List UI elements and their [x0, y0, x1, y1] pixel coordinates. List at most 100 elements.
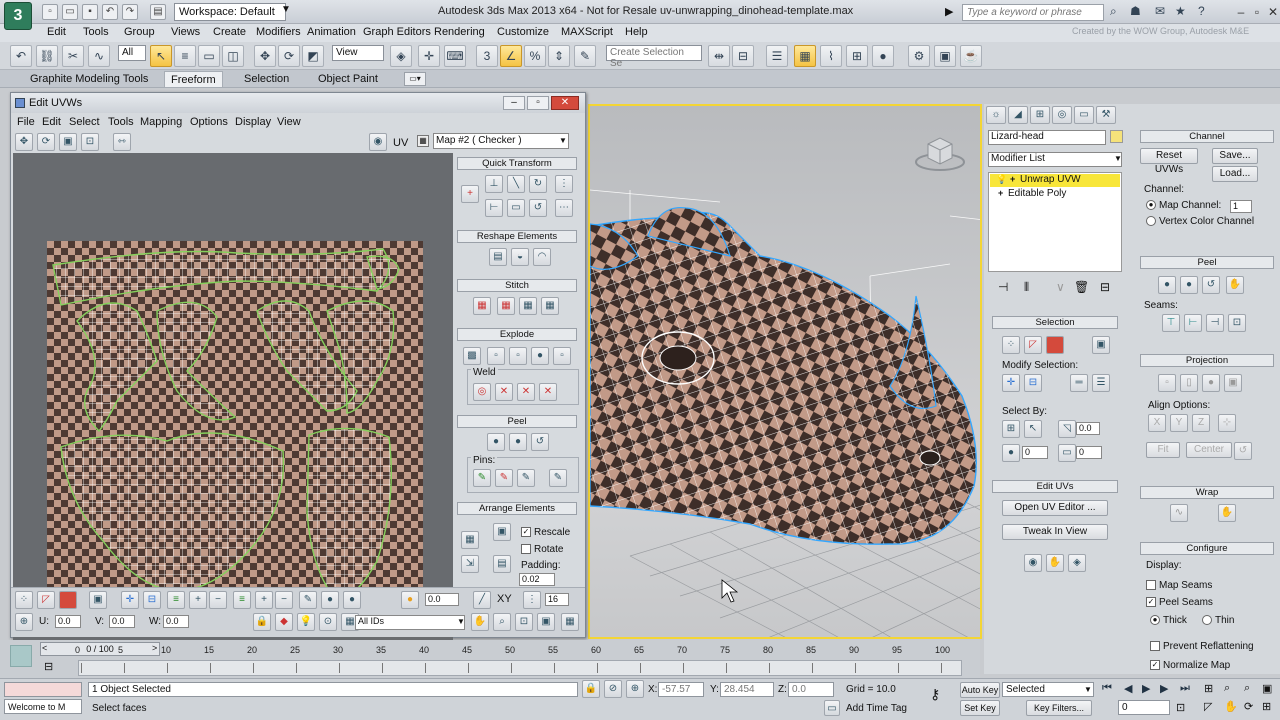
menu-customize[interactable]: Customize	[497, 26, 549, 38]
selection-filter-dropdown[interactable]: All	[118, 45, 146, 61]
vertex-select-icon[interactable]: ⁘	[15, 591, 33, 609]
modifier-list-chevron-icon[interactable]: ▼	[1114, 154, 1122, 163]
uv-rotate-icon[interactable]: ⟳	[37, 133, 55, 151]
stitch-head[interactable]: Stitch	[457, 279, 577, 292]
relax-icon[interactable]: ◒	[511, 248, 529, 266]
configure-modifier-sets-icon[interactable]: ⊟	[1100, 280, 1110, 294]
key-icon[interactable]: ⚷	[930, 686, 940, 703]
load-button[interactable]: Load...	[1212, 166, 1258, 182]
next-frame-icon[interactable]: ▶	[1160, 682, 1168, 695]
arrange-elements-head[interactable]: Arrange Elements	[457, 502, 577, 515]
ring-minus-icon[interactable]: −	[209, 591, 227, 609]
menu-edit[interactable]: Edit	[47, 26, 66, 38]
edit-named-selection-icon[interactable]: ✎	[574, 45, 596, 67]
time-config-icon[interactable]: ⊞	[1204, 682, 1213, 695]
angle-snap-icon[interactable]: ∠	[500, 45, 522, 67]
loop-minus-icon[interactable]: −	[275, 591, 293, 609]
uvw-menu-edit[interactable]: Edit	[42, 116, 61, 128]
open-uv-editor-button[interactable]: Open UV Editor ...	[1002, 500, 1108, 516]
undo-icon[interactable]: ↶	[102, 4, 118, 20]
quick-planar-align-icon[interactable]: ✋	[1046, 554, 1064, 572]
keyboard-shortcut-override-icon[interactable]: ⌨	[444, 45, 466, 67]
perspective-viewport[interactable]	[588, 104, 982, 639]
workspace-chevron-icon[interactable]: ▼	[281, 4, 291, 15]
pan-view-icon[interactable]: ✋	[1224, 700, 1238, 713]
falloff-input[interactable]: 0.0	[425, 593, 459, 606]
select-object-icon[interactable]: ↖	[150, 45, 172, 67]
ring-select-icon[interactable]: ═	[1070, 374, 1088, 392]
space-horizontal-icon[interactable]: ⋯	[555, 199, 573, 217]
quick-planar-map-icon[interactable]: ◉	[1024, 554, 1042, 572]
cylindrical-map-icon[interactable]: ▯	[1180, 374, 1198, 392]
render-production-icon[interactable]: ☕	[960, 45, 982, 67]
flatten-by-material-icon[interactable]: ▫	[553, 347, 571, 365]
v-input[interactable]: 0.0	[109, 615, 135, 628]
select-element-icon[interactable]: ▣	[89, 591, 107, 609]
modifier-list-dropdown[interactable]: Modifier List	[988, 152, 1122, 167]
detach-edge-verts-icon[interactable]: ▫	[487, 347, 505, 365]
key-mode-toggle-icon[interactable]: ⊡	[1176, 701, 1185, 714]
percent-snap-icon[interactable]: %	[524, 45, 546, 67]
prev-frame-icon[interactable]: ◀	[1124, 682, 1132, 695]
create-tab-icon[interactable]: ☼	[986, 106, 1006, 124]
align-x-button[interactable]: X	[1148, 414, 1166, 432]
stack-item-editable-poly[interactable]: Editable Poly	[1008, 188, 1066, 199]
ids-dropdown[interactable]: All IDs	[355, 615, 465, 630]
reference-coordinate-dropdown[interactable]: View	[332, 45, 384, 61]
map-dropdown-chevron-icon[interactable]: ▼	[559, 136, 567, 145]
polygon-select-icon[interactable]	[59, 591, 77, 609]
ring-grow-icon[interactable]: ≡	[167, 591, 185, 609]
weld-selected-edges-icon[interactable]: ✕	[517, 383, 535, 401]
pan-icon[interactable]: ✋	[471, 613, 489, 631]
edge-subobject-icon[interactable]: ◸	[1024, 336, 1042, 354]
time-tag-icon[interactable]: ▭	[824, 700, 840, 716]
key-mode-dropdown[interactable]: Selected	[1002, 682, 1094, 697]
expand-editable-poly-icon[interactable]: +	[998, 188, 1003, 198]
stitch-to-source-icon[interactable]: ▦	[519, 297, 537, 315]
grid-snap-icon[interactable]: ▦	[561, 613, 579, 631]
u-input[interactable]: 0.0	[55, 615, 81, 628]
set-key-button[interactable]: Set Key	[960, 700, 1000, 716]
break-icon[interactable]: ▩	[463, 347, 481, 365]
menu-create[interactable]: Create	[213, 26, 246, 38]
display-quick-planar-gizmo-icon[interactable]: ◈	[1068, 554, 1086, 572]
uvw-close-icon[interactable]: ✕	[551, 96, 579, 110]
loop-grow-icon[interactable]: ≡	[233, 591, 251, 609]
save-file-icon[interactable]: ▪	[82, 4, 98, 20]
unlink-icon[interactable]: ✂	[62, 45, 84, 67]
point-to-point-seams-icon[interactable]: ⊢	[1184, 314, 1202, 332]
time-slider-next-icon[interactable]: >	[152, 643, 157, 653]
element-subobject-icon[interactable]: ▣	[1092, 336, 1110, 354]
app-logo-icon[interactable]: 3	[4, 2, 32, 30]
thick-radio[interactable]: ● Thick	[1150, 615, 1187, 626]
uvw-menu-view[interactable]: View	[277, 116, 301, 128]
align-icon[interactable]: ⊟	[732, 45, 754, 67]
zoom-all-icon[interactable]: ⌕	[1244, 682, 1250, 695]
uv-show-map-icon[interactable]: ◉	[369, 133, 387, 151]
relax-settings-icon[interactable]: ◠	[533, 248, 551, 266]
select-by-edge-icon[interactable]: ↖	[1024, 420, 1042, 438]
tab-object-paint[interactable]: Object Paint	[312, 71, 384, 87]
workspace-dropdown[interactable]: Workspace: Default	[174, 3, 286, 21]
uv-freeform-icon[interactable]: ⊡	[81, 133, 99, 151]
select-pinned-icon[interactable]: ✎	[549, 469, 567, 487]
uvw-maximize-icon[interactable]: ▫	[527, 96, 549, 110]
zoom-icon[interactable]: ⌕	[493, 613, 511, 631]
key-mode-chevron-icon[interactable]: ▼	[1084, 685, 1092, 694]
straighten-selection-icon[interactable]: ▤	[489, 248, 507, 266]
stitch-to-average-icon[interactable]: ▦	[497, 297, 515, 315]
bind-space-warp-icon[interactable]: ∿	[88, 45, 110, 67]
move-icon[interactable]: ✥	[254, 45, 276, 67]
graphite-toggle-icon[interactable]: ▦	[794, 45, 816, 67]
falloff-type-icon[interactable]: ╱	[473, 591, 491, 609]
select-by-name-icon[interactable]: ≡	[174, 45, 196, 67]
ids-dropdown-chevron-icon[interactable]: ▼	[457, 617, 465, 626]
map-channel-radio[interactable]: ● Map Channel:	[1146, 200, 1221, 211]
spherical-map-icon[interactable]: ●	[1202, 374, 1220, 392]
open-file-icon[interactable]: ▭	[62, 4, 78, 20]
goto-end-icon[interactable]: ⏭	[1180, 682, 1190, 695]
uv-space-label[interactable]: UV	[393, 137, 408, 149]
named-selection-dropdown[interactable]: Create Selection Se	[606, 45, 702, 69]
reshape-elements-head[interactable]: Reshape Elements	[457, 230, 577, 243]
track-bar[interactable]: 0 5 10 15 20 25 30 35 40 45 50 55 60 65 70 75 80 85 90 95 10…	[75, 645, 962, 676]
